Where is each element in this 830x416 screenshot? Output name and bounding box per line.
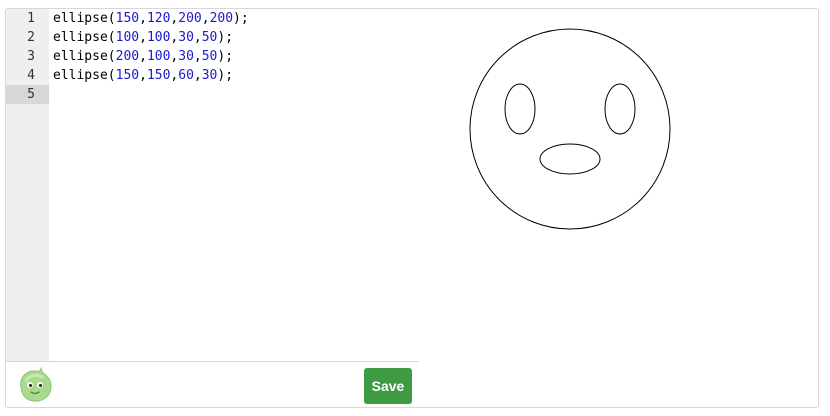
code-number-token: 150 bbox=[115, 11, 140, 26]
code-number-token: 150 bbox=[115, 68, 140, 83]
line-number: 5 bbox=[27, 87, 35, 102]
code-line[interactable]: ellipse(150,120,200,200); bbox=[53, 9, 249, 28]
code-line[interactable]: ellipse(100,100,30,50); bbox=[53, 28, 233, 47]
save-button[interactable]: Save bbox=[364, 368, 412, 404]
code-text-token: , bbox=[139, 11, 147, 26]
code-text-token: ); bbox=[217, 49, 234, 64]
line-number: 3 bbox=[27, 49, 35, 64]
code-text-token: , bbox=[193, 49, 202, 64]
line-number: 4 bbox=[27, 68, 35, 83]
code-number-token: 200 bbox=[178, 11, 202, 26]
code-number-token: 100 bbox=[146, 49, 171, 64]
green-blob-avatar-icon[interactable] bbox=[15, 367, 55, 403]
code-text-token: ); bbox=[233, 11, 249, 26]
code-text-token: ellipse( bbox=[53, 68, 116, 83]
code-number-token: 50 bbox=[201, 49, 218, 64]
code-text-token: ellipse( bbox=[53, 11, 116, 26]
line-number-gutter: 1 2 3 4 5 bbox=[6, 9, 49, 361]
code-text-token: ); bbox=[217, 68, 234, 83]
drawing-canvas bbox=[469, 28, 671, 230]
code-number-token: 30 bbox=[201, 68, 218, 83]
right-eye-ellipse bbox=[604, 83, 636, 135]
mouth-ellipse bbox=[539, 143, 601, 175]
code-number-token: 100 bbox=[115, 30, 140, 45]
code-number-token: 150 bbox=[146, 68, 171, 83]
code-text-token: ellipse( bbox=[53, 49, 116, 64]
code-number-token: 200 bbox=[209, 11, 234, 26]
code-number-token: 120 bbox=[146, 11, 171, 26]
code-number-token: 30 bbox=[178, 49, 194, 64]
face-ellipse bbox=[469, 28, 671, 230]
editor-footer: Save bbox=[6, 361, 419, 407]
code-text-token: , bbox=[193, 68, 202, 83]
code-number-token: 200 bbox=[115, 49, 140, 64]
code-text-token: , bbox=[139, 68, 147, 83]
code-input-area[interactable]: ellipse(150,120,200,200); ellipse(100,100… bbox=[49, 9, 419, 361]
code-text-token: ); bbox=[217, 30, 234, 45]
code-number-token: 50 bbox=[201, 30, 218, 45]
code-line[interactable]: ellipse(150,150,60,30); bbox=[53, 66, 233, 85]
code-text-token: ellipse( bbox=[53, 30, 116, 45]
line-number: 2 bbox=[27, 30, 35, 45]
line-number: 1 bbox=[27, 11, 35, 26]
code-text-token: , bbox=[139, 49, 147, 64]
code-number-token: 30 bbox=[178, 30, 194, 45]
code-line[interactable]: ellipse(200,100,30,50); bbox=[53, 47, 233, 66]
editor-pane: 12345 ellipse(150,120,200,200); ellipse(1… bbox=[6, 9, 421, 407]
code-editor-widget: 12345 ellipse(150,120,200,200); ellipse(1… bbox=[5, 8, 819, 408]
left-eye-ellipse bbox=[504, 83, 536, 135]
code-number-token: 100 bbox=[146, 30, 171, 45]
code-text-token: , bbox=[139, 30, 147, 45]
code-number-token: 60 bbox=[178, 68, 194, 83]
code-text-token: , bbox=[201, 11, 210, 26]
output-canvas bbox=[420, 9, 818, 407]
code-text-token: , bbox=[193, 30, 202, 45]
